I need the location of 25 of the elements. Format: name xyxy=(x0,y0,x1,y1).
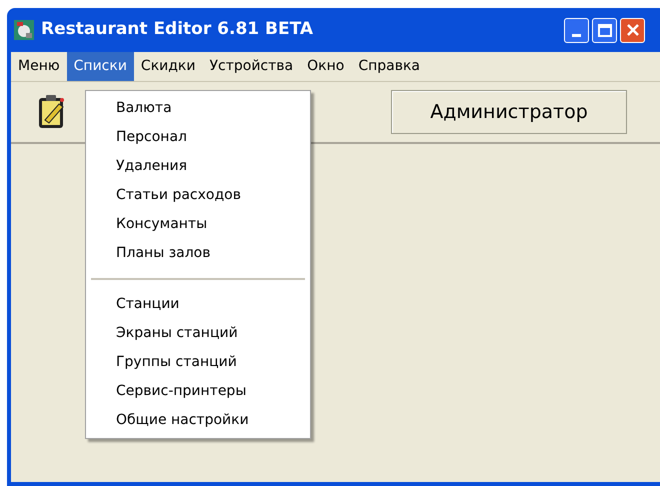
menu-option[interactable]: Общие настройки xyxy=(86,406,310,435)
menu-item[interactable]: Меню xyxy=(11,52,67,81)
menu-item[interactable]: Скидки xyxy=(134,52,202,81)
menu-item[interactable]: Окно xyxy=(300,52,352,81)
notepad-pencil-icon[interactable] xyxy=(37,94,67,130)
restaurant-app-icon xyxy=(13,19,35,41)
menu-option[interactable]: Станции xyxy=(86,290,310,319)
menu-option[interactable]: Планы залов xyxy=(86,239,310,268)
user-button[interactable]: Администратор xyxy=(391,90,627,134)
maximize-button[interactable] xyxy=(592,18,617,42)
close-icon xyxy=(626,23,640,37)
menu-option[interactable]: Сервис-принтеры xyxy=(86,377,310,406)
menu-option[interactable]: Статьи расходов xyxy=(86,181,310,210)
menu-option[interactable]: Группы станций xyxy=(86,348,310,377)
menu-option[interactable]: Валюта xyxy=(86,94,310,123)
minimize-button[interactable] xyxy=(564,18,589,42)
window-title: Restaurant Editor 6.81 BETA xyxy=(41,18,314,42)
menu-option[interactable]: Консуманты xyxy=(86,210,310,239)
menu-option[interactable]: Экраны станций xyxy=(86,319,310,348)
menu-option[interactable]: Персонал xyxy=(86,123,310,152)
menu-item[interactable]: Устройства xyxy=(202,52,300,81)
close-button[interactable] xyxy=(620,18,645,42)
menu-item[interactable]: Списки xyxy=(66,52,134,81)
menu-option[interactable]: Удаления xyxy=(86,152,310,181)
menu-item[interactable]: Справка xyxy=(351,52,428,81)
